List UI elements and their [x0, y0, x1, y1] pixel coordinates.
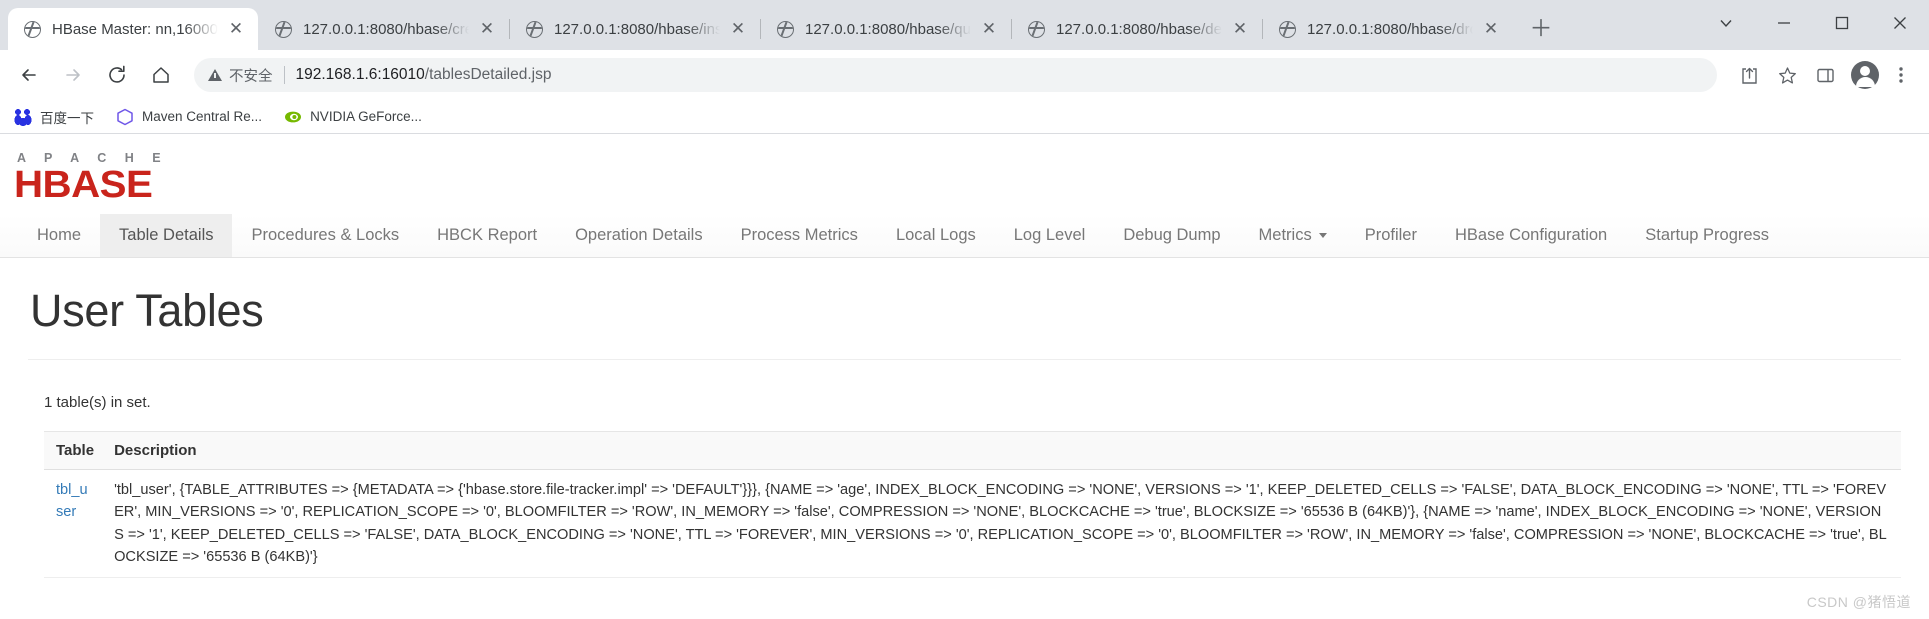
home-icon[interactable] [144, 58, 178, 92]
browser-tab-2[interactable]: 127.0.0.1:8080/hbase/inse ✕ [509, 8, 760, 50]
tab-search-chevron-down-icon[interactable] [1697, 0, 1755, 46]
nav-item-log-level[interactable]: Log Level [995, 214, 1105, 257]
table-header-row: Table Description [44, 431, 1901, 471]
bookmark-maven-central[interactable]: Maven Central Re... [116, 108, 262, 126]
nav-item-hbase-configuration[interactable]: HBase Configuration [1436, 214, 1626, 257]
tab-title: 127.0.0.1:8080/hbase/inse [554, 20, 720, 38]
tab-title: 127.0.0.1:8080/hbase/dro [1307, 20, 1473, 38]
address-bar[interactable]: 不安全 192.168.1.6:16010/tablesDetailed.jsp [194, 58, 1717, 92]
baidu-icon [14, 107, 32, 126]
nav-item-home[interactable]: Home [18, 214, 100, 257]
table-cell-name: tbl_user [44, 469, 105, 578]
browser-tab-5[interactable]: 127.0.0.1:8080/hbase/dro ✕ [1262, 8, 1513, 50]
nav-item-table-details[interactable]: Table Details [100, 214, 233, 258]
globe-favicon-icon [275, 20, 292, 38]
profile-avatar-icon[interactable] [1851, 61, 1879, 89]
nav-item-procedures-locks[interactable]: Procedures & Locks [232, 214, 418, 257]
nav-item-hbck-report[interactable]: HBCK Report [418, 214, 556, 257]
reload-icon[interactable] [100, 58, 134, 92]
tab-close-icon[interactable]: ✕ [226, 19, 246, 39]
tab-close-icon[interactable]: ✕ [1230, 19, 1250, 39]
table-body: tbl_user 'tbl_user', {TABLE_ATTRIBUTES =… [44, 469, 1901, 578]
globe-favicon-icon [777, 20, 794, 38]
share-icon[interactable] [1733, 59, 1765, 91]
globe-favicon-icon [1028, 20, 1045, 38]
nav-item-process-metrics[interactable]: Process Metrics [722, 214, 877, 257]
tab-strip: HBase Master: nn,16000,1 ✕ 127.0.0.1:808… [0, 0, 1929, 50]
bookmark-label: NVIDIA GeForce... [310, 109, 422, 124]
nav-item-profiler[interactable]: Profiler [1346, 214, 1436, 257]
globe-favicon-icon [24, 20, 41, 38]
watermark: CSDN @猪悟道 [1806, 594, 1911, 610]
star-icon[interactable] [1771, 59, 1803, 91]
security-label: 不安全 [229, 68, 273, 85]
user-tables-table: Table Description tbl_user 'tbl_user', {… [44, 431, 1901, 578]
main-content: User Tables 1 table(s) in set. Table Des… [0, 285, 1929, 578]
bookmark-nvidia-geforce[interactable]: NVIDIA GeForce... [284, 108, 422, 126]
url-text: 192.168.1.6:16010/tablesDetailed.jsp [296, 66, 552, 84]
url-host: 192.168.1.6:16010 [295, 66, 425, 83]
minimize-window-button[interactable] [1755, 0, 1813, 46]
url-path: /tablesDetailed.jsp [424, 66, 552, 83]
window-controls [1697, 0, 1929, 46]
table-cell-description: 'tbl_user', {TABLE_ATTRIBUTES => {METADA… [104, 469, 1901, 578]
browser-tab-4[interactable]: 127.0.0.1:8080/hbase/dele ✕ [1011, 8, 1262, 50]
tab-title: 127.0.0.1:8080/hbase/que [805, 20, 971, 38]
column-header-table: Table [44, 431, 105, 471]
logo-hbase-text: HBASE [14, 163, 153, 206]
new-tab-button[interactable]: ＋ [1524, 12, 1558, 46]
browser-tab-3[interactable]: 127.0.0.1:8080/hbase/que ✕ [760, 8, 1011, 50]
browser-window: HBase Master: nn,16000,1 ✕ 127.0.0.1:808… [0, 0, 1929, 619]
nav-item-startup-progress[interactable]: Startup Progress [1626, 214, 1788, 257]
warning-triangle-icon [208, 69, 222, 81]
table-head: Table Description [44, 431, 1901, 471]
page-title: User Tables [30, 285, 264, 337]
browser-toolbar: 不安全 192.168.1.6:16010/tablesDetailed.jsp [0, 50, 1929, 100]
logo-apache-text: A P A C H E [17, 151, 169, 165]
tab-close-icon[interactable]: ✕ [728, 19, 748, 39]
browser-tab-0[interactable]: HBase Master: nn,16000,1 ✕ [8, 8, 258, 50]
bookmarks-bar: 百度一下 Maven Central Re... NVIDIA GeForce.… [0, 100, 1929, 134]
side-panel-icon[interactable] [1809, 59, 1841, 91]
page-content: A P A C H E HBASE Home Table Details Pro… [0, 134, 1929, 619]
hbase-logo[interactable]: A P A C H E HBASE [0, 134, 1929, 204]
nav-item-debug-dump[interactable]: Debug Dump [1104, 214, 1239, 257]
table-row: tbl_user 'tbl_user', {TABLE_ATTRIBUTES =… [44, 469, 1901, 578]
globe-favicon-icon [1279, 20, 1296, 38]
main-navigation: Home Table Details Procedures & Locks HB… [0, 214, 1929, 259]
three-dot-menu-icon[interactable] [1885, 59, 1917, 91]
tab-close-icon[interactable]: ✕ [979, 19, 999, 39]
bookmark-label: Maven Central Re... [142, 109, 263, 124]
bookmark-label: 百度一下 [40, 110, 94, 126]
browser-tab-1[interactable]: 127.0.0.1:8080/hbase/crea ✕ [259, 8, 509, 50]
table-name-link[interactable]: tbl_user [56, 482, 88, 520]
column-header-description: Description [104, 431, 1901, 471]
back-arrow-icon[interactable] [12, 58, 46, 92]
globe-favicon-icon [526, 20, 543, 38]
table-count-text: 1 table(s) in set. [44, 394, 151, 412]
nav-item-metrics[interactable]: Metrics [1240, 214, 1346, 257]
nav-item-label: Metrics [1258, 226, 1312, 245]
tab-title: HBase Master: nn,16000,1 [52, 20, 218, 38]
tab-title: 127.0.0.1:8080/hbase/dele [1056, 20, 1222, 38]
bookmark-baidu[interactable]: 百度一下 [14, 107, 94, 127]
tab-title: 127.0.0.1:8080/hbase/crea [303, 20, 469, 38]
security-warning[interactable]: 不安全 [208, 65, 273, 86]
divider [283, 66, 285, 84]
nav-item-operation-details[interactable]: Operation Details [556, 214, 721, 257]
forward-arrow-icon[interactable] [56, 58, 90, 92]
chevron-down-icon [1318, 233, 1327, 239]
tab-close-icon[interactable]: ✕ [1481, 19, 1501, 39]
nav-item-local-logs[interactable]: Local Logs [877, 214, 995, 257]
nvidia-icon [284, 108, 302, 126]
maven-icon [116, 108, 134, 126]
close-window-button[interactable] [1871, 0, 1929, 46]
title-divider [28, 359, 1901, 361]
maximize-window-button[interactable] [1813, 0, 1871, 46]
tab-close-icon[interactable]: ✕ [477, 19, 497, 39]
